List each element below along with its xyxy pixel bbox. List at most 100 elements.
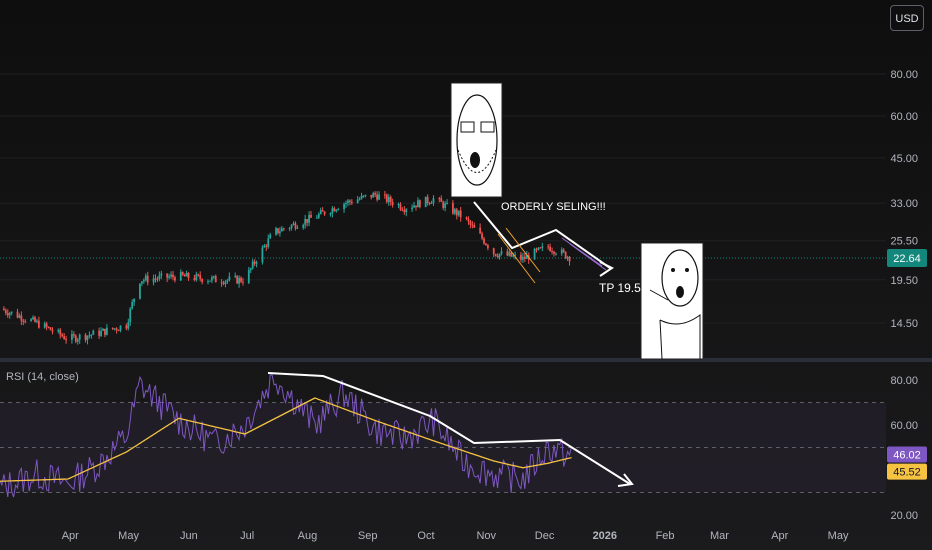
candle-body [220, 282, 223, 284]
candle-body [483, 238, 485, 244]
meme-face-mouth [676, 286, 684, 298]
candle-body [432, 198, 435, 203]
date-tick-label: Nov [476, 530, 496, 542]
candle-body [10, 311, 13, 314]
candle-body [265, 245, 268, 247]
candle-body [537, 247, 540, 250]
date-tick-label: May [118, 530, 139, 542]
candle-body [308, 214, 310, 223]
currency-button[interactable]: USD [890, 5, 924, 31]
candle-body [417, 200, 419, 208]
candle-body [168, 276, 171, 278]
candle-body [378, 194, 380, 200]
candle-body [92, 330, 95, 335]
candle-body [263, 245, 266, 248]
candle-body [84, 334, 87, 340]
rsi-value-label: 46.02 [893, 449, 921, 461]
rsi-tick-label: 80.00 [890, 375, 918, 387]
candle-body [111, 327, 114, 329]
candle-body [158, 275, 161, 279]
candle-body [306, 219, 309, 223]
candle-body [370, 194, 373, 198]
candle-body [372, 193, 375, 198]
candle-body [506, 251, 509, 256]
chart-canvas[interactable]: ORDERLY SELING!!! TP 19.5 80.00 60.00 45.00… [0, 0, 932, 550]
date-tick-label: 2026 [593, 530, 617, 542]
candle-body [179, 272, 182, 281]
candle-body [319, 210, 322, 214]
candle-body [199, 275, 202, 279]
candle-body [51, 330, 54, 332]
date-tick-label: Aug [298, 530, 318, 542]
candle-body [498, 253, 501, 258]
meme-face-image [450, 82, 503, 198]
candle-body [405, 209, 408, 212]
candle-body [455, 209, 458, 216]
candle-body [72, 334, 75, 336]
candle-body [20, 315, 23, 321]
rsi-tick-label: 60.00 [890, 420, 918, 432]
candle-body [224, 281, 227, 284]
date-tick-label: Sep [358, 530, 378, 542]
candle-body [549, 246, 552, 252]
candle-body [282, 228, 285, 230]
candle-body [236, 275, 239, 284]
date-tick-label: May [828, 530, 849, 542]
candle-body [144, 275, 147, 280]
price-tick-label: 80.00 [890, 69, 918, 81]
candle-body [452, 202, 454, 214]
candle-body [485, 243, 487, 246]
candle-body [45, 323, 48, 327]
candle-body [453, 209, 456, 214]
date-tick-label: Apr [771, 530, 788, 542]
candle-body [541, 246, 544, 248]
candle-body [267, 238, 270, 247]
candle-body [251, 261, 254, 269]
candle-body [446, 202, 448, 204]
candle-body [391, 202, 394, 206]
candle-body [337, 209, 340, 211]
candle-body [201, 278, 204, 283]
candle-body [403, 210, 406, 212]
candle-body [76, 339, 79, 342]
meme-face-frame [450, 82, 503, 198]
candle-body [195, 274, 198, 281]
candle-body [310, 214, 312, 218]
candle-body [321, 210, 324, 212]
candle-body [292, 223, 295, 225]
candle-body [131, 302, 134, 309]
candle-body [49, 327, 52, 331]
candle-body [166, 273, 169, 278]
candle-body [467, 218, 470, 222]
candle-body [442, 201, 445, 208]
candle-body [32, 317, 34, 320]
candle-body [459, 210, 462, 218]
candle-body [486, 245, 489, 249]
candle-body [238, 277, 240, 284]
candle-body [457, 210, 460, 216]
candle-body [156, 278, 159, 280]
annotation-orderly-selling: ORDERLY SELING!!! [501, 201, 606, 213]
candle-body [496, 255, 499, 258]
candle-body [387, 196, 390, 203]
price-tick-label: 60.00 [890, 111, 918, 123]
candle-body [438, 198, 441, 200]
candle-body [560, 249, 563, 254]
candle-body [140, 281, 143, 284]
meme-face-eye [685, 268, 689, 272]
candle-body [428, 202, 431, 204]
candle-body [61, 334, 64, 337]
candle-body [547, 246, 550, 248]
date-tick-label: Feb [656, 530, 675, 542]
candle-body [288, 227, 291, 229]
candle-body [424, 196, 427, 208]
meme-face-mouth [470, 152, 480, 168]
candle-body [269, 234, 272, 239]
candle-body [512, 255, 515, 257]
candle-body [43, 323, 46, 328]
candle-body [492, 248, 495, 255]
candle-body [358, 198, 361, 200]
candle-body [102, 328, 104, 331]
candle-body [160, 273, 163, 276]
candle-body [479, 227, 482, 234]
